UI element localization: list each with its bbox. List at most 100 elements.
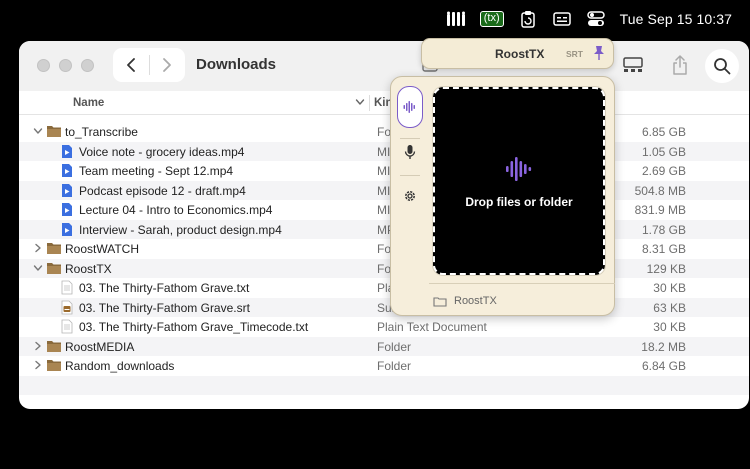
list-item[interactable]: Team meeting - Sept 12.mp4 MI 2.69 GB xyxy=(19,161,749,181)
file-size: 18.2 MB xyxy=(641,339,686,354)
forward-button[interactable] xyxy=(149,48,185,82)
folder-icon xyxy=(46,339,62,354)
file-size: 30 KB xyxy=(653,320,686,334)
subtitle-file-icon xyxy=(60,300,76,315)
list-item[interactable]: 03. The Thirty-Fathom Grave_Timecode.txt… xyxy=(19,317,749,337)
list-item[interactable]: Voice note - grocery ideas.mp4 MI 1.05 GB xyxy=(19,141,749,161)
chevron-right-icon[interactable] xyxy=(33,359,43,371)
file-kind: Fo xyxy=(377,125,392,139)
file-name: 03. The Thirty-Fathom Grave.txt xyxy=(79,281,250,295)
chevron-right-icon[interactable] xyxy=(33,242,43,254)
video-file-icon xyxy=(60,222,76,237)
video-file-icon xyxy=(60,144,76,159)
zoom-button[interactable] xyxy=(81,59,94,72)
file-name: 03. The Thirty-Fathom Grave_Timecode.txt xyxy=(79,320,309,334)
list-item[interactable]: Podcast episode 12 - draft.mp4 MI 504.8 MB xyxy=(19,180,749,200)
list-item[interactable]: Random_downloads Folder 6.84 GB xyxy=(19,356,749,376)
format-label[interactable]: SRT xyxy=(566,49,583,59)
roosttx-sidebar xyxy=(391,77,429,315)
folder-icon[interactable] xyxy=(433,294,447,312)
list-item[interactable]: Interview - Sarah, product design.mp4MPE… xyxy=(19,219,749,239)
file-name: Voice note - grocery ideas.mp4 xyxy=(79,144,245,159)
file-name: 03. The Thirty-Fathom Grave.srt xyxy=(79,300,250,315)
clipboard-icon[interactable] xyxy=(518,10,538,28)
search-icon xyxy=(714,58,731,75)
chevron-left-icon xyxy=(126,58,135,72)
video-file-icon xyxy=(60,183,76,198)
control-center-icon[interactable] xyxy=(586,10,606,28)
file-size: 8.31 GB xyxy=(641,242,686,256)
window-title: Downloads xyxy=(196,56,277,73)
roosttx-menu-label: (tx) xyxy=(483,12,500,24)
file-size: 1.05 GB xyxy=(641,144,686,159)
roosttx-icon[interactable]: (tx) xyxy=(479,11,504,27)
list-item[interactable]: 03. The Thirty-Fathom Grave.txtPlain Tex… xyxy=(19,278,749,298)
file-kind: Folder xyxy=(377,339,412,354)
file-kind: MI xyxy=(377,164,391,178)
file-list: to_Transcribe Fo 6.85 GB Voice note - groce… xyxy=(19,122,749,395)
waveform-mode-button[interactable] xyxy=(397,86,423,128)
roosttx-title: RoostTX xyxy=(495,47,545,61)
file-name: RoostMEDIA xyxy=(65,339,135,354)
share-icon xyxy=(673,55,687,75)
pin-icon[interactable] xyxy=(592,45,606,66)
microphone-button[interactable] xyxy=(397,131,423,173)
minimize-button[interactable] xyxy=(59,59,72,72)
list-item[interactable]: 03. The Thirty-Fathom Grave.srtSubrip S6… xyxy=(19,297,749,317)
drop-zone[interactable]: Drop files or folder xyxy=(432,86,606,276)
text-file-icon xyxy=(60,280,76,295)
file-name: RoostTX xyxy=(65,261,112,276)
output-folder-label[interactable]: RoostTX xyxy=(454,295,497,307)
file-size: 30 KB xyxy=(653,281,686,295)
folder-icon xyxy=(46,124,62,139)
search-button[interactable] xyxy=(705,49,739,83)
subtitles-icon[interactable] xyxy=(552,10,572,28)
list-item[interactable]: RoostTXFolder129 KB xyxy=(19,258,749,278)
finder-toolbar: Downloads xyxy=(19,41,749,91)
close-button[interactable] xyxy=(37,59,50,72)
chevron-down-icon[interactable] xyxy=(33,262,43,274)
chevron-right-icon[interactable] xyxy=(33,340,43,352)
share-button[interactable] xyxy=(664,50,696,80)
text-file-icon xyxy=(60,319,76,334)
file-size: 504.8 MB xyxy=(634,183,686,198)
back-button[interactable] xyxy=(113,48,149,82)
file-size: 6.84 GB xyxy=(641,359,686,373)
column-name[interactable]: Name xyxy=(73,97,104,109)
file-size: 2.69 GB xyxy=(641,164,686,178)
file-size: 63 KB xyxy=(653,300,686,315)
list-item[interactable]: Lecture 04 - Intro to Economics.mp4 MI 831… xyxy=(19,200,749,220)
settings-button[interactable] xyxy=(397,175,423,217)
file-kind: Folder xyxy=(377,359,412,373)
folder-icon xyxy=(46,241,62,256)
file-name: Random_downloads xyxy=(65,359,175,373)
file-name: Lecture 04 - Intro to Economics.mp4 xyxy=(79,203,273,217)
file-kind: MI xyxy=(377,183,391,198)
roosttx-title-bar[interactable]: RoostTX SRT xyxy=(421,38,614,69)
list-item[interactable]: RoostMEDIA Folder 18.2 MB xyxy=(19,336,749,356)
waveform-icon xyxy=(403,101,415,113)
column-separator[interactable] xyxy=(369,95,370,111)
nav-group xyxy=(113,48,185,82)
file-kind: Plain Text Document xyxy=(377,320,487,334)
menu-bar: (tx) Tue Sep 15 10:37 xyxy=(0,0,750,38)
file-size: 1.78 GB xyxy=(641,222,686,237)
list-item[interactable]: RoostWATCHFolder8.31 GB xyxy=(19,239,749,259)
gallery-view-button[interactable] xyxy=(617,50,649,80)
list-item[interactable]: to_Transcribe Fo 6.85 GB xyxy=(19,122,749,142)
chevron-right-icon xyxy=(163,58,172,72)
file-size: 129 KB xyxy=(646,261,686,276)
video-file-icon xyxy=(60,163,76,178)
panel-divider xyxy=(429,283,615,284)
empty-row xyxy=(19,375,749,395)
roost-app-icon[interactable] xyxy=(446,10,466,28)
roosttx-panel: Drop files or folder RoostTX xyxy=(390,76,615,316)
sort-chevron-down-icon[interactable] xyxy=(355,95,365,112)
column-header: Name Kin xyxy=(19,91,749,115)
file-size: 6.85 GB xyxy=(641,125,686,139)
chevron-down-icon[interactable] xyxy=(33,125,43,137)
menu-clock[interactable]: Tue Sep 15 10:37 xyxy=(620,11,732,27)
file-name: Team meeting - Sept 12.mp4 xyxy=(79,164,234,178)
file-name: RoostWATCH xyxy=(65,242,140,256)
file-kind: MI xyxy=(377,144,391,159)
